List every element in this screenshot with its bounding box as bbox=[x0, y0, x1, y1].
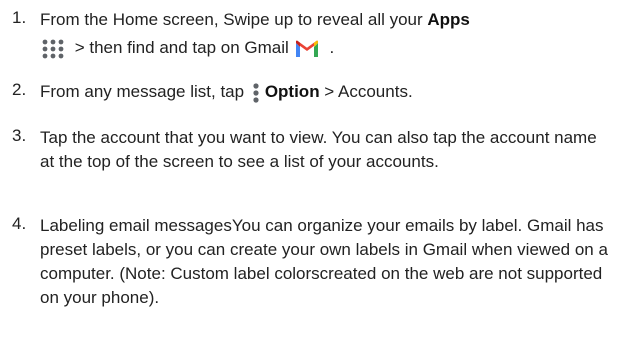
step-4: 4. Labeling email messagesYou can organi… bbox=[0, 214, 622, 354]
apps-label: Apps bbox=[427, 10, 470, 29]
option-label: Option bbox=[264, 82, 320, 101]
step-1: 1. From the Home screen, Swipe up to rev… bbox=[0, 0, 622, 66]
step-3: 3. Tap the account that you want to view… bbox=[0, 126, 622, 206]
step-text: . bbox=[324, 38, 335, 57]
step-number: 4. bbox=[12, 214, 27, 233]
step-number: 3. bbox=[12, 126, 27, 145]
step-text: > then find and tap on Gmail bbox=[70, 38, 289, 57]
step-body: From the Home screen, Swipe up to reveal… bbox=[40, 8, 612, 60]
more-options-icon bbox=[253, 82, 259, 103]
step-body: From any message list, tap Option > Acco… bbox=[40, 80, 612, 104]
apps-grid-icon bbox=[42, 39, 64, 58]
step-number: 2. bbox=[12, 80, 27, 99]
step-2: 2. From any message list, tap Option > A… bbox=[0, 80, 622, 114]
step-body: Labeling email messagesYou can organize … bbox=[40, 216, 608, 307]
step-text: From any message list, tap bbox=[40, 82, 245, 101]
gmail-icon bbox=[295, 40, 318, 57]
step-line: From the Home screen, Swipe up to reveal… bbox=[40, 8, 612, 32]
step-number: 1. bbox=[12, 8, 27, 27]
step-text: > Accounts. bbox=[319, 82, 413, 101]
step-text: From the Home screen, Swipe up to reveal… bbox=[40, 10, 428, 29]
step-line: > then find and tap on Gmail . bbox=[40, 36, 612, 60]
step-body: Tap the account that you want to view. Y… bbox=[40, 128, 597, 171]
